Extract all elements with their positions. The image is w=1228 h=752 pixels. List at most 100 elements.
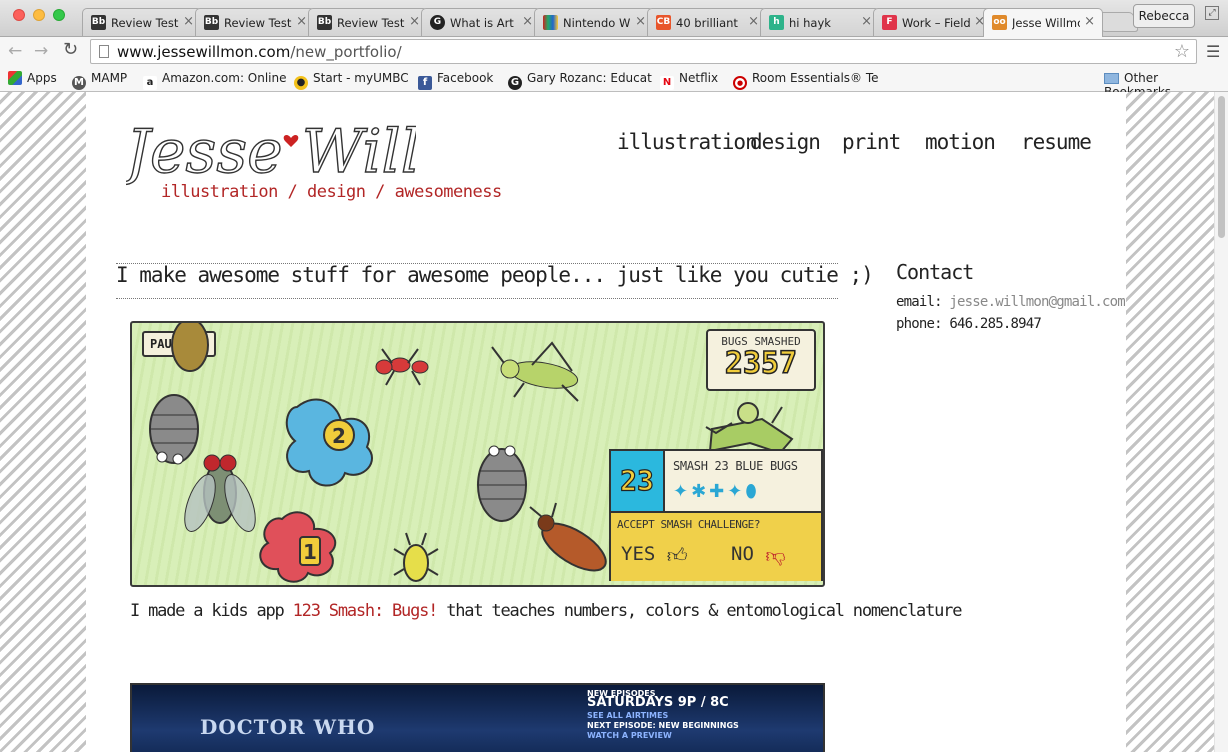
nav-print[interactable]: print: [842, 130, 901, 154]
tab-title: Review Test: [111, 16, 179, 30]
bookmark-label: Amazon.com: Online: [162, 71, 287, 85]
tv-text: NEXT EPISODE: NEW BEGINNINGS: [587, 721, 739, 730]
tv-link: WATCH A PREVIEW: [587, 731, 672, 740]
tab-title: Nintendo W: [563, 16, 631, 30]
bookmark-label: Facebook: [437, 71, 494, 85]
logo-text: Jesse Willmon: [126, 117, 416, 187]
phone-label: phone:: [896, 316, 943, 332]
paw-icon: ●: [294, 76, 308, 90]
browser-tab[interactable]: CB 40 brilliant ×: [647, 8, 767, 36]
challenge-panel: 23 SMASH 23 BLUE BUGS ✦✱✚✦⬮ ACCEPT SMASH…: [609, 449, 823, 581]
close-icon[interactable]: ×: [183, 14, 194, 29]
page-icon: [99, 45, 109, 58]
tv-link: SEE ALL AIRTIMES: [587, 711, 669, 720]
bookmark-apps[interactable]: Apps: [8, 71, 57, 85]
scrollbar-thumb[interactable]: [1218, 96, 1225, 238]
site-tagline: illustration / design / awesomeness: [161, 182, 502, 202]
profile-button[interactable]: Rebecca: [1133, 4, 1195, 28]
nav-design[interactable]: design: [750, 130, 821, 154]
contact-email: email: jesse.willmon@gmail.com: [896, 294, 1126, 310]
menu-icon[interactable]: ☰: [1206, 42, 1220, 61]
divider: [116, 298, 838, 299]
bookmark-label: Gary Rozanc: Educat: [527, 71, 652, 85]
close-icon[interactable]: ×: [635, 14, 646, 29]
url-text[interactable]: www.jessewillmon.com/new_portfolio/: [117, 43, 402, 61]
window-close-button[interactable]: [13, 9, 25, 21]
browser-tab[interactable]: G What is Art ×: [421, 8, 541, 36]
no-label: NO: [731, 543, 754, 565]
challenge-number: 23: [611, 451, 665, 511]
grasshopper-bug-icon: [491, 341, 579, 402]
bookmark-amazon[interactable]: a Amazon.com: Online: [143, 71, 287, 90]
mantis-bug-icon: [705, 402, 794, 455]
facebook-icon: f: [418, 76, 432, 90]
browser-tab[interactable]: Bb Review Test ×: [195, 8, 315, 36]
site-logo-icon: G: [508, 76, 522, 90]
close-icon[interactable]: ×: [296, 14, 307, 29]
no-button: NO 👎︎: [731, 543, 786, 568]
caption-text: I made a kids app: [130, 601, 293, 621]
bookmark-gary-rozanc[interactable]: G Gary Rozanc: Educat: [508, 71, 652, 90]
fly-bug-icon: [184, 454, 256, 532]
folder-icon: [1104, 73, 1119, 84]
pillbug-icon: [477, 445, 527, 522]
window-zoom-button[interactable]: [53, 9, 65, 21]
doctor-who-screenshot[interactable]: DOCTOR WHO NEW EPISODES SATURDAYS 9P / 8…: [130, 683, 825, 752]
email-link[interactable]: jesse.willmon@gmail.com: [949, 294, 1125, 310]
browser-tab[interactable]: h hi hayk ×: [760, 8, 880, 36]
page-content: Jesse Willmon illustration / design / aw…: [86, 92, 1126, 752]
thumbs-up-icon: 👍︎: [666, 543, 688, 567]
tab-title: What is Art: [450, 16, 514, 30]
close-icon[interactable]: ×: [1084, 14, 1095, 29]
bookmark-mamp[interactable]: M MAMP: [72, 71, 127, 90]
score-panel: BUGS SMASHED 2357: [706, 329, 816, 391]
app-link[interactable]: 123 Smash: Bugs!: [293, 601, 439, 621]
ant-bug-icon: [375, 348, 429, 386]
amazon-icon: a: [143, 76, 157, 90]
blackboard-icon: Bb: [204, 15, 219, 30]
close-icon[interactable]: ×: [748, 14, 759, 29]
phone-value: 646.285.8947: [949, 316, 1041, 332]
forward-arrow-icon[interactable]: →: [34, 41, 48, 61]
pillbug-icon: [149, 394, 199, 465]
game-screenshot[interactable]: PAUSE ❚❚: [130, 321, 825, 587]
contact-title: Contact: [896, 260, 974, 284]
close-icon[interactable]: ×: [522, 14, 533, 29]
browser-tab-active[interactable]: oo Jesse Willmon ×: [983, 8, 1103, 37]
browser-toolbar: ← → ↻ www.jessewillmon.com/new_portfolio…: [0, 37, 1228, 66]
target-icon: ●: [733, 76, 747, 90]
fullscreen-icon[interactable]: ⤢: [1205, 6, 1219, 20]
browser-tab[interactable]: Nintendo W ×: [534, 8, 654, 36]
houzz-icon: h: [769, 15, 784, 30]
browser-tab[interactable]: Bb Review Test ×: [82, 8, 202, 36]
page-headline: I make awesome stuff for awesome people.…: [116, 263, 874, 287]
bookmark-label: Start - myUMBC: [313, 71, 409, 85]
nav-illustration[interactable]: illustration: [617, 130, 758, 154]
bookmark-facebook[interactable]: f Facebook: [418, 71, 493, 90]
nav-resume[interactable]: resume: [1021, 130, 1092, 154]
url-path: /new_portfolio/: [290, 43, 402, 61]
bookmark-netflix[interactable]: N Netflix: [660, 71, 718, 90]
browser-tab[interactable]: F Work – Field ×: [873, 8, 993, 36]
vertical-scrollbar[interactable]: [1214, 92, 1228, 752]
site-logo[interactable]: Jesse Willmon: [126, 110, 416, 190]
browser-tab[interactable]: Bb Review Test ×: [308, 8, 428, 36]
tab-title: 40 brilliant: [676, 16, 738, 30]
back-arrow-icon[interactable]: ←: [8, 41, 22, 61]
close-icon[interactable]: ×: [861, 14, 872, 29]
accept-challenge-text: ACCEPT SMASH CHALLENGE?: [617, 518, 761, 531]
nintendo-icon: [543, 15, 558, 30]
contact-phone: phone: 646.285.8947: [896, 316, 1042, 332]
yellow-bug-icon: [393, 532, 439, 582]
bookmark-myumbc[interactable]: ● Start - myUMBC: [294, 71, 409, 90]
bookmark-star-icon[interactable]: ☆: [1174, 41, 1190, 62]
address-bar[interactable]: www.jessewillmon.com/new_portfolio/ ☆: [90, 39, 1197, 64]
apps-grid-icon: [8, 71, 22, 85]
nav-motion[interactable]: motion: [925, 130, 996, 154]
reload-icon[interactable]: ↻: [63, 39, 78, 60]
bookmark-target[interactable]: ● Room Essentials® Te: [733, 71, 879, 90]
mamp-icon: M: [72, 76, 86, 90]
window-minimize-button[interactable]: [33, 9, 45, 21]
close-icon[interactable]: ×: [409, 14, 420, 29]
moth-bug-icon: [171, 323, 209, 372]
